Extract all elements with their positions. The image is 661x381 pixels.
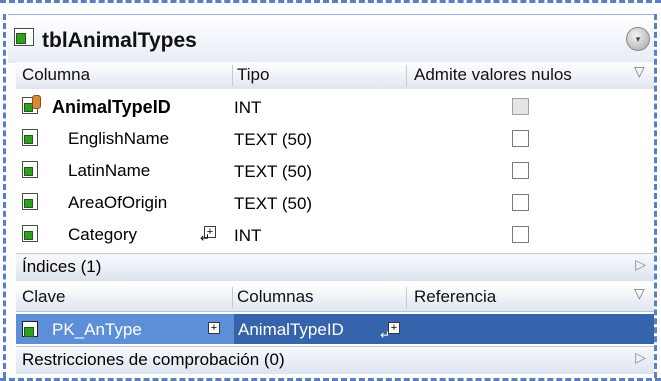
- column-header-name[interactable]: Columna: [22, 65, 90, 85]
- index-header-key[interactable]: Clave: [22, 287, 65, 307]
- nullable-checkbox: [512, 98, 529, 115]
- column-separator: [406, 287, 407, 308]
- column-icon: [22, 225, 38, 242]
- column-header-nullable[interactable]: Admite valores nulos: [414, 65, 572, 85]
- column-separator: [232, 287, 233, 308]
- expand-triangle-icon[interactable]: ▷: [635, 349, 646, 366]
- column-name[interactable]: LatinName: [68, 161, 150, 181]
- nullable-checkbox[interactable]: [512, 162, 529, 179]
- indices-section-label: Índices (1): [22, 257, 102, 276]
- table-title: tblAnimalTypes: [42, 29, 197, 52]
- primary-key-icon: [32, 95, 41, 109]
- index-header-reference[interactable]: Referencia: [414, 287, 496, 307]
- expand-triangle-icon[interactable]: ▷: [635, 256, 646, 273]
- column-type[interactable]: TEXT (50): [234, 194, 312, 214]
- relation-arrow-icon: ↵: [200, 231, 211, 245]
- nullable-checkbox[interactable]: [512, 194, 529, 211]
- columns-grid: AnimalTypeID INT EnglishName TEXT (50) L…: [16, 89, 654, 252]
- column-row[interactable]: LatinName TEXT (50): [16, 153, 654, 185]
- index-key-icon: [22, 321, 38, 337]
- column-name[interactable]: EnglishName: [68, 129, 169, 149]
- column-name[interactable]: AnimalTypeID: [52, 97, 171, 118]
- column-icon: [22, 161, 38, 178]
- sort-triangle-icon[interactable]: ▽: [634, 285, 645, 302]
- nullable-checkbox[interactable]: [512, 226, 529, 243]
- index-plus-icon[interactable]: +: [208, 322, 220, 334]
- columns-header: Columna Tipo Admite valores nulos ▽: [16, 62, 654, 90]
- checks-section-label: Restricciones de comprobación (0): [22, 350, 285, 369]
- indices-header: Clave Columnas Referencia ▽: [16, 284, 654, 312]
- column-row[interactable]: AnimalTypeID INT: [16, 89, 654, 121]
- index-row[interactable]: PK_AnType + AnimalTypeID + ↵: [16, 314, 654, 344]
- column-row[interactable]: Category + ↵ INT: [16, 217, 654, 249]
- column-icon: [22, 129, 38, 146]
- right-border: [654, 14, 658, 378]
- nullable-checkbox[interactable]: [512, 130, 529, 147]
- table-icon: [14, 28, 34, 46]
- column-type[interactable]: INT: [234, 98, 261, 118]
- column-name[interactable]: AreaOfOrigin: [68, 193, 167, 213]
- column-separator: [406, 65, 407, 86]
- column-separator: [232, 65, 233, 86]
- index-arrow-icon: ↵: [380, 328, 391, 342]
- collapse-button[interactable]: ▾: [626, 27, 650, 51]
- column-type[interactable]: INT: [234, 226, 261, 246]
- sort-triangle-icon[interactable]: ▽: [634, 63, 645, 80]
- column-row[interactable]: EnglishName TEXT (50): [16, 121, 654, 153]
- column-row[interactable]: AreaOfOrigin TEXT (50): [16, 185, 654, 217]
- index-key[interactable]: PK_AnType: [52, 320, 142, 340]
- index-header-columns[interactable]: Columnas: [237, 287, 314, 307]
- checks-section[interactable]: Restricciones de comprobación (0) ▷: [16, 346, 654, 374]
- column-type[interactable]: TEXT (50): [234, 130, 312, 150]
- column-name[interactable]: Category: [68, 225, 137, 245]
- indices-section[interactable]: Índices (1) ▷: [16, 253, 654, 281]
- column-icon: [22, 193, 38, 210]
- left-border: [3, 14, 7, 378]
- index-columns[interactable]: AnimalTypeID: [238, 320, 344, 340]
- column-header-type[interactable]: Tipo: [237, 65, 269, 85]
- column-type[interactable]: TEXT (50): [234, 162, 312, 182]
